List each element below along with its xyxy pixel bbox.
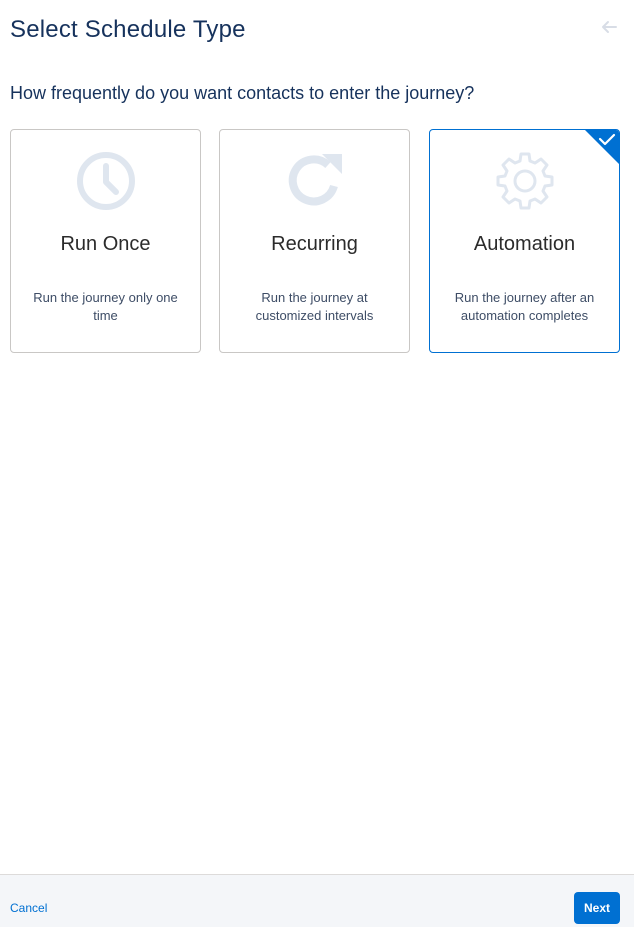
option-title: Automation bbox=[473, 233, 576, 255]
option-description: Run the journey only one time bbox=[33, 290, 178, 323]
next-button[interactable]: Next bbox=[574, 892, 620, 924]
option-description: Run the journey at customized intervals bbox=[255, 290, 374, 323]
back-button[interactable] bbox=[600, 18, 618, 36]
option-automation[interactable]: Automation Run the journey after an auto… bbox=[429, 129, 620, 353]
clock-icon bbox=[76, 152, 135, 210]
refresh-icon bbox=[288, 154, 342, 206]
arrow-left-icon bbox=[602, 21, 617, 33]
selected-check-icon bbox=[585, 130, 619, 164]
cancel-link[interactable]: Cancel bbox=[10, 901, 47, 915]
page-title: Select Schedule Type bbox=[10, 16, 246, 43]
option-title: Recurring bbox=[271, 233, 358, 255]
schedule-question: How frequently do you want contacts to e… bbox=[10, 83, 475, 103]
footer-bar: Cancel Next bbox=[0, 874, 634, 927]
gear-icon bbox=[496, 152, 553, 210]
option-run-once[interactable]: Run Once Run the journey only one time bbox=[10, 129, 201, 353]
option-description: Run the journey after an automation comp… bbox=[454, 290, 595, 323]
option-title: Run Once bbox=[60, 233, 151, 255]
option-recurring[interactable]: Recurring Run the journey at customized … bbox=[219, 129, 410, 353]
